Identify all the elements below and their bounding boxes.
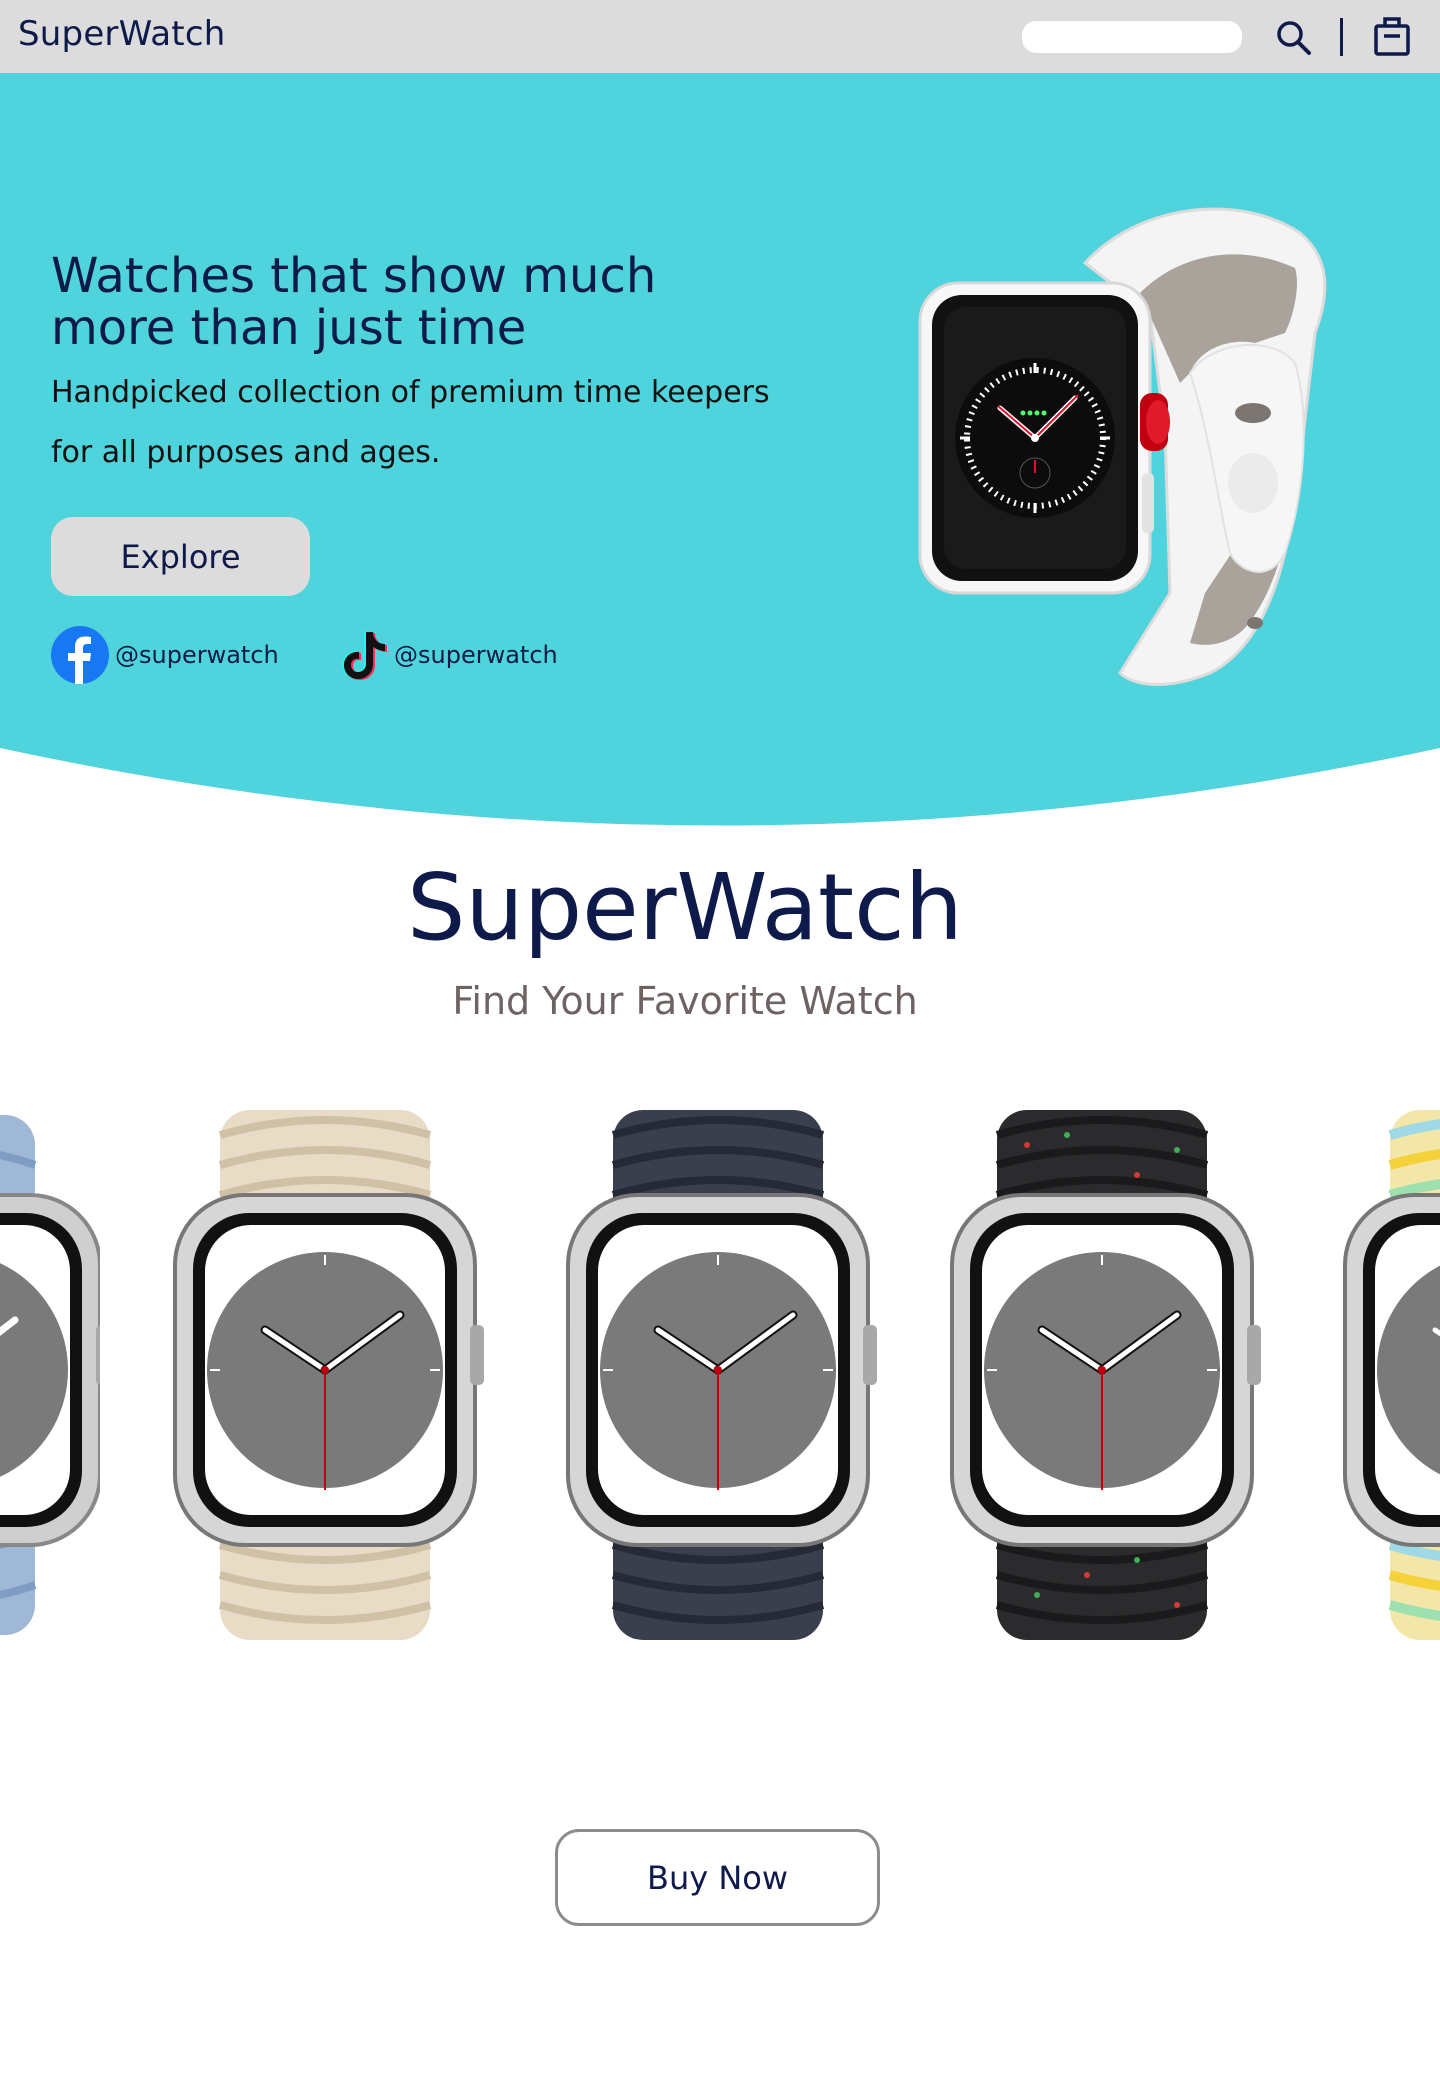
brand-logo-text[interactable]: SuperWatch [18, 14, 225, 54]
hero-subtitle-line-2: for all purposes and ages. [51, 435, 441, 470]
facebook-link[interactable]: @superwatch [51, 625, 279, 685]
watch-carousel [0, 1105, 1440, 1645]
tiktok-handle: @superwatch [394, 641, 558, 669]
tiktok-link[interactable]: @superwatch [340, 625, 558, 685]
nav-divider [1340, 18, 1343, 56]
hero-headline-line-1: Watches that show much [51, 248, 657, 304]
tiktok-icon [342, 631, 387, 680]
section-tagline: Find Your Favorite Watch [452, 979, 918, 1023]
watch-card-starlight[interactable] [160, 1105, 490, 1645]
watch-image [0, 1115, 110, 1635]
explore-button[interactable]: Explore [51, 517, 310, 596]
hero-headline-line-2: more than just time [51, 300, 527, 356]
watch-image [173, 1110, 484, 1640]
hero-subtitle-line-1: Handpicked collection of premium time ke… [51, 375, 770, 410]
search-input[interactable] [1022, 21, 1242, 53]
watch-card-midnight[interactable] [553, 1105, 883, 1645]
hero-subtitle: Handpicked collection of premium time ke… [51, 363, 851, 483]
facebook-icon [51, 626, 109, 684]
search-button[interactable] [1272, 16, 1316, 60]
search-icon [1277, 21, 1311, 55]
facebook-handle: @superwatch [115, 641, 279, 669]
hero-section: Watches that show much more than just ti… [0, 73, 1440, 833]
shopping-bag-icon [1374, 17, 1410, 56]
watch-image [1343, 1110, 1440, 1640]
cart-button[interactable] [1370, 14, 1414, 58]
buy-now-button[interactable]: Buy Now [555, 1829, 880, 1926]
hero-headline: Watches that show much more than just ti… [51, 250, 771, 354]
watch-card-black-unity[interactable] [937, 1105, 1267, 1645]
watch-image [950, 1110, 1261, 1640]
watch-image [566, 1110, 877, 1640]
hero-watch-image [918, 207, 1327, 687]
top-nav-bar: SuperWatch [0, 0, 1440, 73]
watch-card-blue[interactable] [0, 1105, 110, 1645]
watch-card-multicolor[interactable] [1330, 1105, 1440, 1645]
section-title: SuperWatch [407, 854, 963, 961]
